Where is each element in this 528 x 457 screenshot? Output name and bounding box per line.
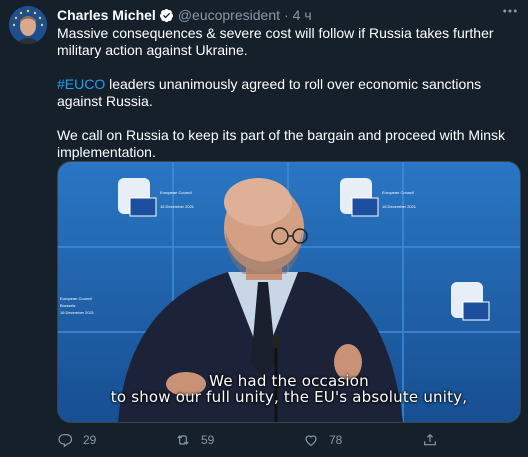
video-caption-line-2: to show our full unity, the EU's absolut… (110, 388, 468, 406)
author-handle[interactable]: @eucopresident (178, 7, 280, 23)
svg-text:European Council: European Council (160, 190, 192, 195)
more-options-icon[interactable] (500, 2, 520, 22)
tweet-actions: 29 59 78 (57, 430, 487, 450)
reply-icon (58, 434, 73, 448)
like-button[interactable]: 78 (303, 430, 342, 450)
tweet[interactable]: Charles Michel @eucopresident · 4 ч Mass… (0, 0, 528, 457)
tweet-paragraph-2-text: leaders unanimously agreed to roll over … (57, 76, 482, 109)
share-button[interactable] (422, 430, 448, 450)
avatar[interactable] (9, 6, 47, 44)
retweet-icon (177, 435, 189, 445)
reply-count: 29 (83, 433, 97, 447)
svg-text:16 December 2021: 16 December 2021 (160, 204, 195, 209)
retweet-count: 59 (201, 433, 215, 447)
share-icon (424, 433, 436, 446)
verified-badge-icon (159, 8, 173, 22)
tweet-time[interactable]: 4 ч (293, 7, 312, 23)
author-name[interactable]: Charles Michel (57, 7, 156, 23)
tweet-paragraph-2: #EUCO leaders unanimously agreed to roll… (57, 76, 517, 110)
like-count: 78 (329, 433, 343, 447)
video-media[interactable]: European Council 16 December 2021 Europe… (57, 161, 521, 423)
svg-text:Brussels: Brussels (60, 303, 75, 308)
heart-icon (305, 435, 317, 447)
hashtag-link[interactable]: #EUCO (57, 76, 105, 92)
svg-text:16 December 2021: 16 December 2021 (60, 310, 95, 315)
svg-text:European Council: European Council (60, 296, 92, 301)
tweet-paragraph-1: Massive consequences & severe cost will … (57, 25, 494, 58)
tweet-header: Charles Michel @eucopresident · 4 ч (57, 6, 312, 24)
tweet-text: Massive consequences & severe cost will … (57, 25, 517, 161)
svg-text:16 December 2021: 16 December 2021 (382, 204, 417, 209)
svg-text:European Council: European Council (382, 190, 414, 195)
tweet-paragraph-3: We call on Russia to keep its part of th… (57, 127, 505, 160)
retweet-button[interactable]: 59 (175, 430, 214, 450)
reply-button[interactable]: 29 (57, 430, 96, 450)
separator-dot: · (284, 7, 289, 23)
